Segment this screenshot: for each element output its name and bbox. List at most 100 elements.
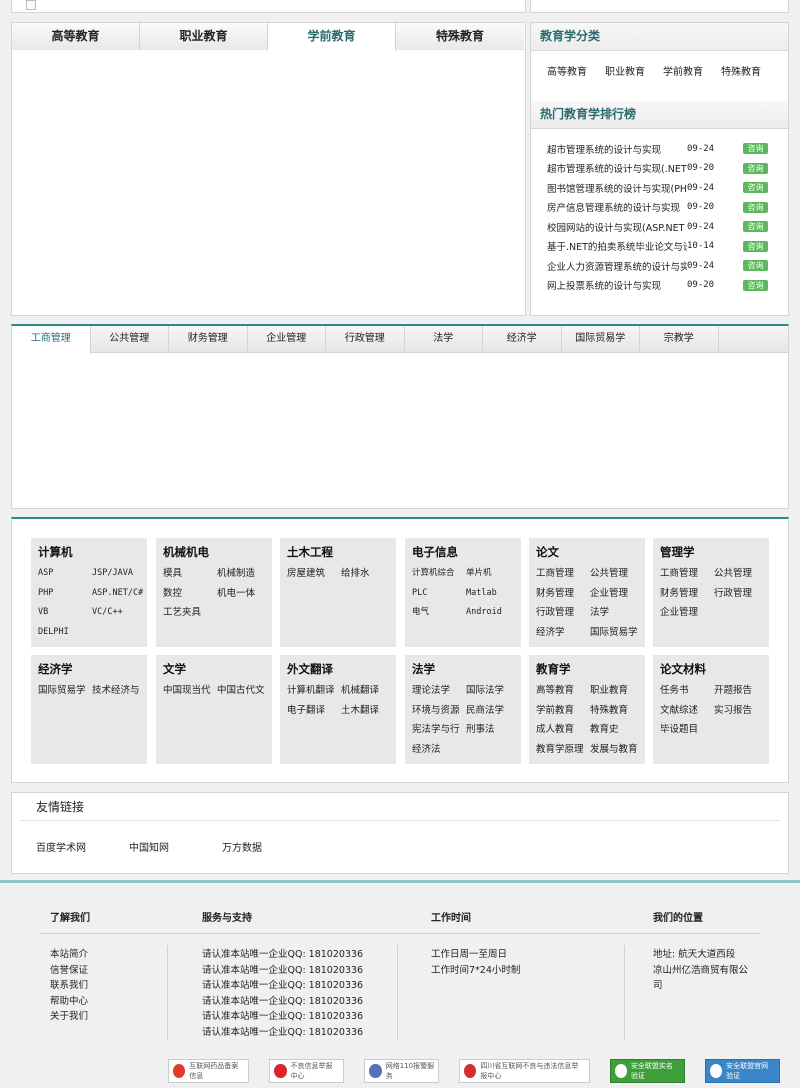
category-link[interactable]: 高等教育 bbox=[536, 681, 590, 701]
category-link[interactable]: 宪法学与行 bbox=[412, 720, 466, 740]
rank-item[interactable]: 网上投票系统的设计与实现 09-20 咨询 bbox=[547, 276, 788, 296]
category-link[interactable]: 经济学 bbox=[536, 623, 590, 643]
category-box-title[interactable]: 土木工程 bbox=[287, 544, 396, 560]
category-box-title[interactable]: 文学 bbox=[163, 661, 272, 677]
consult-button[interactable]: 咨询 bbox=[743, 221, 768, 233]
footer-link[interactable]: 信誉保证 bbox=[50, 963, 88, 979]
category-link[interactable]: 刑事法 bbox=[466, 720, 520, 740]
tab-administrative-management[interactable]: 行政管理 bbox=[326, 326, 405, 352]
tab-enterprise-management[interactable]: 企业管理 bbox=[248, 326, 326, 352]
category-box-title[interactable]: 法学 bbox=[412, 661, 521, 677]
rank-item-title[interactable]: 基于.NET的拍卖系统毕业论文与设 bbox=[547, 239, 687, 253]
badge-official-verify[interactable]: 安全联盟官网验证 bbox=[704, 1059, 781, 1083]
category-link[interactable]: 模具 bbox=[163, 564, 217, 584]
rank-item-title[interactable]: 图书馆管理系统的设计与实现(PHP bbox=[547, 181, 687, 195]
category-link[interactable]: 学前教育 bbox=[663, 63, 703, 101]
rank-item[interactable]: 超市管理系统的设计与实现 09-24 咨询 bbox=[547, 139, 788, 159]
category-link[interactable]: 教育史 bbox=[590, 720, 644, 740]
checkbox[interactable] bbox=[26, 0, 36, 10]
rank-item-title[interactable]: 超市管理系统的设计与实现 bbox=[547, 142, 687, 156]
rank-item-title[interactable]: 房产信息管理系统的设计与实现 bbox=[547, 200, 687, 214]
badge-cyber-police[interactable]: 网络110报警服务 bbox=[364, 1059, 440, 1083]
friend-link[interactable]: 中国知网 bbox=[129, 839, 222, 854]
category-link[interactable]: 机电一体 bbox=[217, 584, 271, 604]
category-link[interactable]: JSP/JAVA bbox=[92, 564, 146, 584]
tab-special-education[interactable]: 特殊教育 bbox=[396, 23, 524, 50]
category-link[interactable]: 中国古代文 bbox=[217, 681, 271, 701]
category-link[interactable]: 教育学原理 bbox=[536, 740, 590, 760]
category-link[interactable]: DELPHI bbox=[38, 623, 92, 643]
category-box-title[interactable]: 机械机电 bbox=[163, 544, 272, 560]
category-link[interactable]: 发展与教育 bbox=[590, 740, 644, 760]
category-link[interactable]: 任务书 bbox=[660, 681, 714, 701]
category-box-title[interactable]: 管理学 bbox=[660, 544, 769, 560]
rank-item[interactable]: 基于.NET的拍卖系统毕业论文与设 10-14 咨询 bbox=[547, 237, 788, 257]
footer-link[interactable]: 关于我们 bbox=[50, 1009, 88, 1025]
rank-item-title[interactable]: 超市管理系统的设计与实现(.NET bbox=[547, 161, 687, 175]
friend-link[interactable]: 万方数据 bbox=[222, 839, 315, 854]
category-link[interactable]: 国际贸易学 bbox=[38, 681, 92, 701]
category-link[interactable]: 职业教育 bbox=[590, 681, 644, 701]
badge-real-name-verify[interactable]: 安全联盟实名验证 bbox=[609, 1059, 685, 1083]
category-link[interactable]: 特殊教育 bbox=[590, 701, 644, 721]
category-box-title[interactable]: 经济学 bbox=[38, 661, 147, 677]
consult-button[interactable]: 咨询 bbox=[743, 279, 768, 291]
category-link[interactable]: Android bbox=[466, 603, 520, 623]
category-link[interactable]: 工商管理 bbox=[536, 564, 590, 584]
tab-vocational-education[interactable]: 职业教育 bbox=[140, 23, 268, 50]
consult-button[interactable]: 咨询 bbox=[743, 143, 768, 155]
category-link[interactable]: 民商法学 bbox=[466, 701, 520, 721]
category-link[interactable]: 中国现当代 bbox=[163, 681, 217, 701]
category-link[interactable]: 实习报告 bbox=[714, 701, 768, 721]
tab-preschool-education[interactable]: 学前教育 bbox=[268, 23, 396, 51]
footer-link[interactable]: 本站简介 bbox=[50, 947, 88, 963]
category-link[interactable]: 理论法学 bbox=[412, 681, 466, 701]
rank-item[interactable]: 企业人力资源管理系统的设计与实 09-24 咨询 bbox=[547, 256, 788, 276]
category-link[interactable]: 机械制造 bbox=[217, 564, 271, 584]
category-link[interactable]: 毕设题目 bbox=[660, 720, 714, 740]
category-link[interactable]: 公共管理 bbox=[714, 564, 768, 584]
category-link[interactable]: 计算机综合 bbox=[412, 564, 466, 584]
category-link[interactable]: 高等教育 bbox=[547, 63, 587, 101]
category-link[interactable]: PHP bbox=[38, 584, 92, 604]
category-link[interactable]: 财务管理 bbox=[536, 584, 590, 604]
badge-drug-info[interactable]: 互联网药品备案信息 bbox=[168, 1059, 250, 1083]
tab-business-management[interactable]: 工商管理 bbox=[12, 326, 91, 354]
category-link[interactable]: 单片机 bbox=[466, 564, 520, 584]
category-link[interactable]: ASP bbox=[38, 564, 92, 584]
category-box-title[interactable]: 论文材料 bbox=[660, 661, 769, 677]
category-link[interactable]: Matlab bbox=[466, 584, 520, 604]
category-link[interactable]: 学前教育 bbox=[536, 701, 590, 721]
category-link[interactable]: 行政管理 bbox=[536, 603, 590, 623]
consult-button[interactable]: 咨询 bbox=[743, 182, 768, 194]
category-box-title[interactable]: 计算机 bbox=[38, 544, 147, 560]
footer-link[interactable]: 联系我们 bbox=[50, 978, 88, 994]
tab-public-management[interactable]: 公共管理 bbox=[91, 326, 169, 352]
consult-button[interactable]: 咨询 bbox=[743, 201, 768, 213]
rank-item-title[interactable]: 校园网站的设计与实现(ASP.NET bbox=[547, 220, 687, 234]
rank-item[interactable]: 图书馆管理系统的设计与实现(PHP 09-24 咨询 bbox=[547, 178, 788, 198]
category-link[interactable]: 电子翻译 bbox=[287, 701, 341, 721]
category-link[interactable]: 开题报告 bbox=[714, 681, 768, 701]
consult-button[interactable]: 咨询 bbox=[743, 162, 768, 174]
tab-financial-management[interactable]: 财务管理 bbox=[169, 326, 248, 352]
badge-bad-info-report[interactable]: 不良信息举报中心 bbox=[269, 1059, 345, 1083]
rank-item[interactable]: 校园网站的设计与实现(ASP.NET 09-24 咨询 bbox=[547, 217, 788, 237]
category-box-title[interactable]: 电子信息 bbox=[412, 544, 521, 560]
category-box-title[interactable]: 论文 bbox=[536, 544, 645, 560]
category-link[interactable]: 数控 bbox=[163, 584, 217, 604]
category-link[interactable]: 法学 bbox=[590, 603, 644, 623]
rank-item[interactable]: 超市管理系统的设计与实现(.NET 09-20 咨询 bbox=[547, 159, 788, 179]
consult-button[interactable]: 咨询 bbox=[743, 240, 768, 252]
category-link[interactable]: VB bbox=[38, 603, 92, 623]
category-link[interactable]: 财务管理 bbox=[660, 584, 714, 604]
tab-international-trade[interactable]: 国际贸易学 bbox=[562, 326, 640, 352]
category-link[interactable]: 环境与资源 bbox=[412, 701, 466, 721]
rank-item-title[interactable]: 网上投票系统的设计与实现 bbox=[547, 278, 687, 292]
category-link[interactable]: 行政管理 bbox=[714, 584, 768, 604]
category-link[interactable]: 公共管理 bbox=[590, 564, 644, 584]
category-link[interactable]: 计算机翻译 bbox=[287, 681, 341, 701]
category-link[interactable]: ASP.NET/C# bbox=[92, 584, 146, 604]
tab-economics[interactable]: 经济学 bbox=[483, 326, 562, 352]
category-box-title[interactable]: 教育学 bbox=[536, 661, 645, 677]
